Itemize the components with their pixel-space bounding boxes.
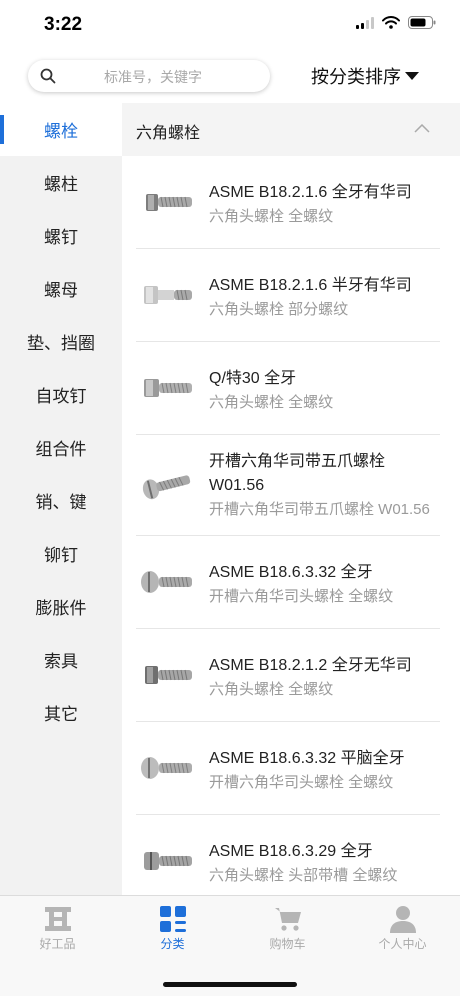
sidebar-item-label: 螺钉 — [44, 228, 78, 247]
flat-head-slotted-bolt-icon — [141, 757, 192, 779]
tab-home[interactable]: 好工品 — [0, 896, 115, 956]
product-item[interactable]: ASME B18.2.1.2 全牙无华司 六角头螺栓 全螺纹 — [136, 629, 440, 722]
product-item[interactable]: ASME B18.2.1.6 全牙有华司 六角头螺栓 全螺纹 — [136, 156, 440, 249]
product-name-line-2: W01.56 — [209, 477, 265, 494]
shopping-cart-icon — [275, 908, 301, 931]
sidebar-item-others[interactable]: 其它 — [0, 686, 122, 739]
category-sidebar: 螺栓 螺柱 螺钉 螺母 垫、挡圈 自攻钉 组合件 销、键 铆钉 膨胀件 索具 其… — [0, 103, 122, 895]
sidebar-item-label: 索具 — [44, 652, 78, 671]
home-indicator — [163, 982, 297, 987]
sidebar-item-self-tapping[interactable]: 自攻钉 — [0, 368, 122, 421]
product-desc: 六角头螺栓 全螺纹 — [209, 208, 334, 225]
category-grid-icon — [160, 906, 186, 932]
signal-icon — [356, 16, 374, 29]
sidebar-item-pins-keys[interactable]: 销、键 — [0, 474, 122, 527]
product-name: ASME B18.6.3.29 全牙 — [209, 843, 373, 860]
person-icon — [390, 906, 416, 933]
product-item[interactable]: Q/特30 全牙 六角头螺栓 全螺纹 — [136, 342, 440, 435]
sidebar-item-label: 销、键 — [35, 493, 87, 512]
wifi-icon — [382, 16, 400, 29]
sidebar-item-label: 垫、挡圈 — [27, 334, 95, 353]
product-desc: 六角头螺栓 全螺纹 — [209, 681, 334, 698]
sidebar-item-rivets[interactable]: 铆钉 — [0, 527, 122, 580]
slotted-washer-head-bolt-icon — [141, 571, 192, 593]
sidebar-item-studs[interactable]: 螺柱 — [0, 156, 122, 209]
status-time: 3:22 — [44, 14, 83, 35]
sidebar-item-label: 铆钉 — [44, 546, 78, 565]
product-item[interactable]: 开槽六角华司带五爪螺栓 W01.56 开槽六角华司带五爪螺栓 W01.56 — [136, 435, 440, 536]
sidebar-item-anchors[interactable]: 膨胀件 — [0, 580, 122, 633]
bottom-tab-bar: 好工品 分类 购物车 个人中心 — [0, 895, 460, 996]
section-title: 六角螺栓 — [136, 125, 201, 142]
hex-bolt-full-thread-icon — [146, 194, 192, 211]
product-name: ASME B18.2.1.6 全牙有华司 — [209, 184, 412, 201]
sidebar-item-label: 螺柱 — [44, 175, 78, 194]
product-desc: 六角头螺栓 部分螺纹 — [209, 301, 349, 318]
dropdown-arrow-icon — [405, 71, 419, 80]
search-row: 标准号，关键字 按分类排序 — [0, 58, 460, 94]
product-desc: 开槽六角华司头螺栓 全螺纹 — [209, 588, 394, 605]
product-name: Q/特30 全牙 — [209, 370, 297, 387]
product-name: ASME B18.2.1.6 半牙有华司 — [209, 277, 412, 294]
sidebar-item-label: 自攻钉 — [35, 387, 87, 406]
tab-label: 购物车 — [269, 937, 306, 951]
product-name: ASME B18.6.3.32 全牙 — [209, 564, 373, 581]
hex-bolt-no-washer-icon — [145, 666, 192, 684]
product-item[interactable]: ASME B18.6.3.29 全牙 六角头螺栓 头部带槽 全螺纹 — [136, 815, 440, 895]
product-item[interactable]: ASME B18.6.3.32 全牙 开槽六角华司头螺栓 全螺纹 — [136, 536, 440, 629]
product-desc: 六角头螺栓 全螺纹 — [209, 394, 334, 411]
chevron-up-icon[interactable] — [414, 124, 430, 133]
battery-icon — [408, 16, 436, 29]
sidebar-item-assemblies[interactable]: 组合件 — [0, 421, 122, 474]
product-desc: 开槽六角华司带五爪螺栓 W01.56 — [209, 501, 430, 518]
status-bar: 3:22 — [0, 0, 460, 50]
product-desc: 六角头螺栓 头部带槽 全螺纹 — [209, 867, 398, 884]
product-name: ASME B18.6.3.32 平脑全牙 — [209, 750, 405, 767]
sort-label: 按分类排序 — [311, 67, 401, 87]
product-name: ASME B18.2.1.2 全牙无华司 — [209, 657, 412, 674]
sort-dropdown[interactable]: 按分类排序 — [311, 63, 419, 89]
sidebar-item-label: 其它 — [44, 705, 78, 724]
tab-label: 分类 — [160, 937, 185, 951]
sidebar-item-bolts[interactable]: 螺栓 — [0, 103, 122, 156]
search-input[interactable]: 标准号，关键字 — [28, 60, 270, 92]
tab-cart[interactable]: 购物车 — [230, 896, 345, 956]
sidebar-item-rigging[interactable]: 索具 — [0, 633, 122, 686]
product-desc: 开槽六角华司头螺栓 全螺纹 — [209, 774, 394, 791]
sidebar-item-washers[interactable]: 垫、挡圈 — [0, 315, 122, 368]
product-list-panel: 六角螺栓 ASME B18.2.1.6 全牙有华司 六角头螺栓 全螺纹 ASME… — [122, 103, 460, 895]
slotted-hex-bolt-icon — [144, 852, 192, 870]
slotted-claw-bolt-icon — [142, 475, 191, 500]
brand-logo-icon — [45, 907, 71, 931]
tab-label: 个人中心 — [378, 937, 427, 951]
hex-bolt-partial-thread-icon — [144, 286, 192, 304]
search-icon — [40, 68, 56, 84]
hex-bolt-icon — [144, 379, 192, 397]
sidebar-item-label: 膨胀件 — [35, 599, 87, 618]
search-placeholder: 标准号，关键字 — [104, 69, 202, 85]
product-name-line-1: 开槽六角华司带五爪螺栓 — [209, 453, 386, 470]
section-header[interactable]: 六角螺栓 — [122, 103, 460, 156]
sidebar-item-label: 组合件 — [35, 440, 87, 459]
tab-category[interactable]: 分类 — [115, 896, 230, 956]
product-item[interactable]: ASME B18.2.1.6 半牙有华司 六角头螺栓 部分螺纹 — [136, 249, 440, 342]
sidebar-item-screws[interactable]: 螺钉 — [0, 209, 122, 262]
tab-label: 好工品 — [39, 937, 76, 951]
sidebar-item-label: 螺栓 — [44, 122, 78, 141]
sidebar-item-nuts[interactable]: 螺母 — [0, 262, 122, 315]
product-item[interactable]: ASME B18.6.3.32 平脑全牙 开槽六角华司头螺栓 全螺纹 — [136, 722, 440, 815]
sidebar-item-label: 螺母 — [44, 281, 78, 300]
tab-profile[interactable]: 个人中心 — [345, 896, 460, 956]
status-icons — [356, 16, 436, 29]
active-indicator — [0, 115, 4, 144]
